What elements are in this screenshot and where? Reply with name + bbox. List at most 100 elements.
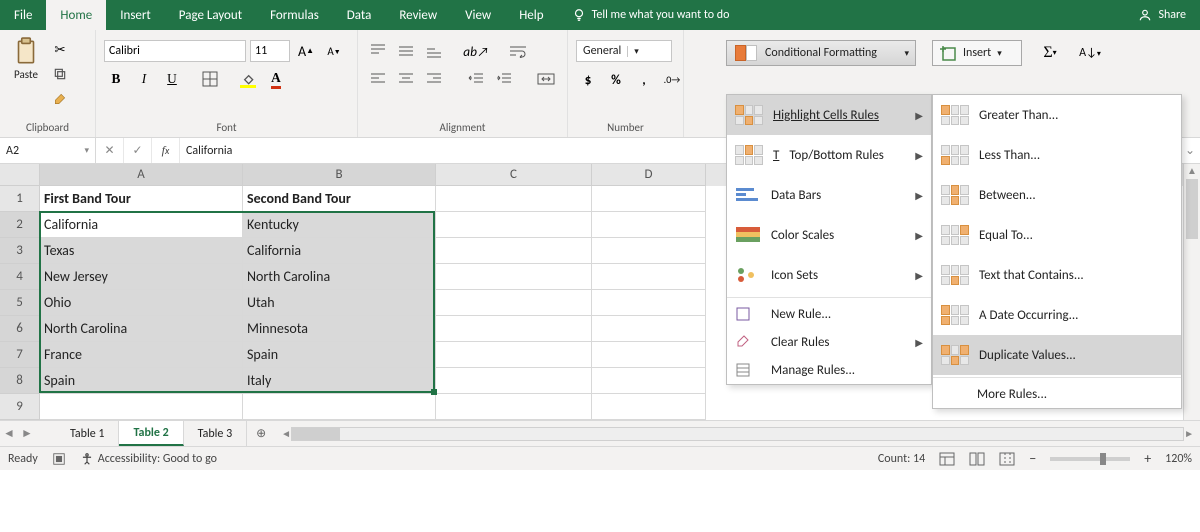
row-header[interactable]: 4 <box>0 264 40 290</box>
cell[interactable]: Minnesota <box>243 316 436 342</box>
accessibility-status[interactable]: Accessibility: Good to go <box>80 452 217 466</box>
cell[interactable] <box>592 394 706 420</box>
tab-insert[interactable]: Insert <box>106 0 165 30</box>
new-sheet-button[interactable]: ⊕ <box>247 426 275 441</box>
italic-button[interactable]: I <box>132 68 156 90</box>
align-top-button[interactable] <box>366 40 390 62</box>
zoom-in-button[interactable]: + <box>1144 450 1151 467</box>
sheet-tab-1[interactable]: Table 1 <box>56 421 119 446</box>
cell[interactable]: Texas <box>40 238 243 264</box>
submenu-between[interactable]: Between... <box>933 175 1181 215</box>
tab-home[interactable]: Home <box>46 0 106 30</box>
expand-formula-bar[interactable]: ⌄ <box>1180 143 1200 158</box>
cell[interactable]: Spain <box>40 368 243 394</box>
bold-button[interactable]: B <box>104 68 128 90</box>
tab-review[interactable]: Review <box>385 0 451 30</box>
enter-formula-button[interactable]: ✓ <box>124 138 152 163</box>
tab-pagelayout[interactable]: Page Layout <box>165 0 256 30</box>
cut-button[interactable]: ✂ <box>48 38 72 60</box>
submenu-duplicate-values[interactable]: Duplicate Values... <box>933 335 1181 375</box>
cell[interactable] <box>436 212 592 238</box>
row-header[interactable]: 2 <box>0 212 40 238</box>
cell[interactable] <box>436 368 592 394</box>
tab-formulas[interactable]: Formulas <box>256 0 333 30</box>
percent-button[interactable]: % <box>604 68 628 90</box>
row-header[interactable]: 1 <box>0 186 40 212</box>
cell[interactable] <box>436 186 592 212</box>
vscroll-thumb[interactable] <box>1186 179 1198 239</box>
hscroll-thumb[interactable] <box>292 428 340 440</box>
menu-manage-rules[interactable]: Manage Rules... <box>727 356 931 384</box>
comma-button[interactable]: , <box>632 68 656 90</box>
submenu-text-contains[interactable]: Text that Contains... <box>933 255 1181 295</box>
decrease-indent-button[interactable] <box>464 68 488 90</box>
sort-filter-button[interactable]: A↓▾ <box>1078 42 1102 64</box>
cell[interactable]: First Band Tour <box>40 186 243 212</box>
cell[interactable] <box>436 290 592 316</box>
macro-icon[interactable] <box>52 452 66 466</box>
cell[interactable] <box>436 264 592 290</box>
cell[interactable] <box>592 212 706 238</box>
orientation-button[interactable]: ab↗ <box>464 40 488 62</box>
cell[interactable]: Second Band Tour <box>243 186 436 212</box>
cell[interactable]: Kentucky <box>243 212 436 238</box>
menu-icon-sets[interactable]: Icon Sets ▶ <box>727 255 931 295</box>
menu-top-bottom-rules[interactable]: T Top/Bottom Rules Top/Bottom Rules ▶ <box>727 135 931 175</box>
copy-button[interactable] <box>48 63 72 85</box>
increase-decimal-button[interactable]: .0→ <box>660 68 684 90</box>
conditional-formatting-button[interactable]: Conditional Formatting ▾ <box>726 40 916 66</box>
cell[interactable]: California <box>40 212 243 238</box>
submenu-greater-than[interactable]: Greater Than... <box>933 95 1181 135</box>
col-header-c[interactable]: C <box>436 164 592 186</box>
fill-color-button[interactable] <box>236 68 260 90</box>
cell[interactable]: Ohio <box>40 290 243 316</box>
cell[interactable]: Utah <box>243 290 436 316</box>
cancel-formula-button[interactable]: ✕ <box>96 138 124 163</box>
tab-help[interactable]: Help <box>505 0 557 30</box>
menu-clear-rules[interactable]: Clear Rules ▶ <box>727 328 931 356</box>
sheet-tab-3[interactable]: Table 3 <box>184 421 247 446</box>
align-middle-button[interactable] <box>394 40 418 62</box>
wrap-text-button[interactable] <box>506 40 530 62</box>
col-header-b[interactable]: B <box>243 164 436 186</box>
decrease-font-button[interactable]: A▼ <box>322 40 346 62</box>
align-center-button[interactable] <box>394 68 418 90</box>
col-header-d[interactable]: D <box>592 164 706 186</box>
row-header[interactable]: 6 <box>0 316 40 342</box>
zoom-slider[interactable] <box>1050 457 1130 461</box>
borders-button[interactable] <box>198 68 222 90</box>
row-header[interactable]: 8 <box>0 368 40 394</box>
fx-button[interactable]: fx <box>152 138 180 163</box>
number-format-combo[interactable]: General▾ <box>576 40 672 62</box>
menu-data-bars[interactable]: Data Bars ▶ <box>727 175 931 215</box>
zoom-out-button[interactable]: − <box>1029 450 1036 467</box>
select-all-corner[interactable] <box>0 164 40 186</box>
cell[interactable] <box>40 394 243 420</box>
name-box[interactable]: A2▾ <box>0 138 96 163</box>
cell[interactable]: Italy <box>243 368 436 394</box>
font-color-button[interactable]: A <box>264 68 288 90</box>
submenu-more-rules[interactable]: More Rules... <box>933 380 1181 408</box>
font-size-combo[interactable] <box>250 40 290 62</box>
zoom-level[interactable]: 120% <box>1165 452 1192 466</box>
align-left-button[interactable] <box>366 68 390 90</box>
tab-view[interactable]: View <box>451 0 505 30</box>
cell[interactable] <box>592 316 706 342</box>
cell[interactable] <box>436 394 592 420</box>
row-header[interactable]: 3 <box>0 238 40 264</box>
tab-nav-prev[interactable]: ◄ <box>0 426 18 441</box>
cell[interactable] <box>592 368 706 394</box>
cell[interactable] <box>592 238 706 264</box>
view-pagebreak-button[interactable] <box>999 452 1015 466</box>
increase-font-button[interactable]: A▲ <box>294 40 318 62</box>
cell[interactable] <box>592 186 706 212</box>
autosum-button[interactable]: Σ▾ <box>1038 42 1062 64</box>
cell[interactable]: Spain <box>243 342 436 368</box>
insert-cells-button[interactable]: Insert ▾ <box>932 40 1022 66</box>
cell[interactable]: California <box>243 238 436 264</box>
tab-data[interactable]: Data <box>333 0 386 30</box>
format-painter-button[interactable] <box>48 88 72 110</box>
increase-indent-button[interactable] <box>492 68 516 90</box>
row-header[interactable]: 5 <box>0 290 40 316</box>
menu-color-scales[interactable]: Color Scales ▶ <box>727 215 931 255</box>
